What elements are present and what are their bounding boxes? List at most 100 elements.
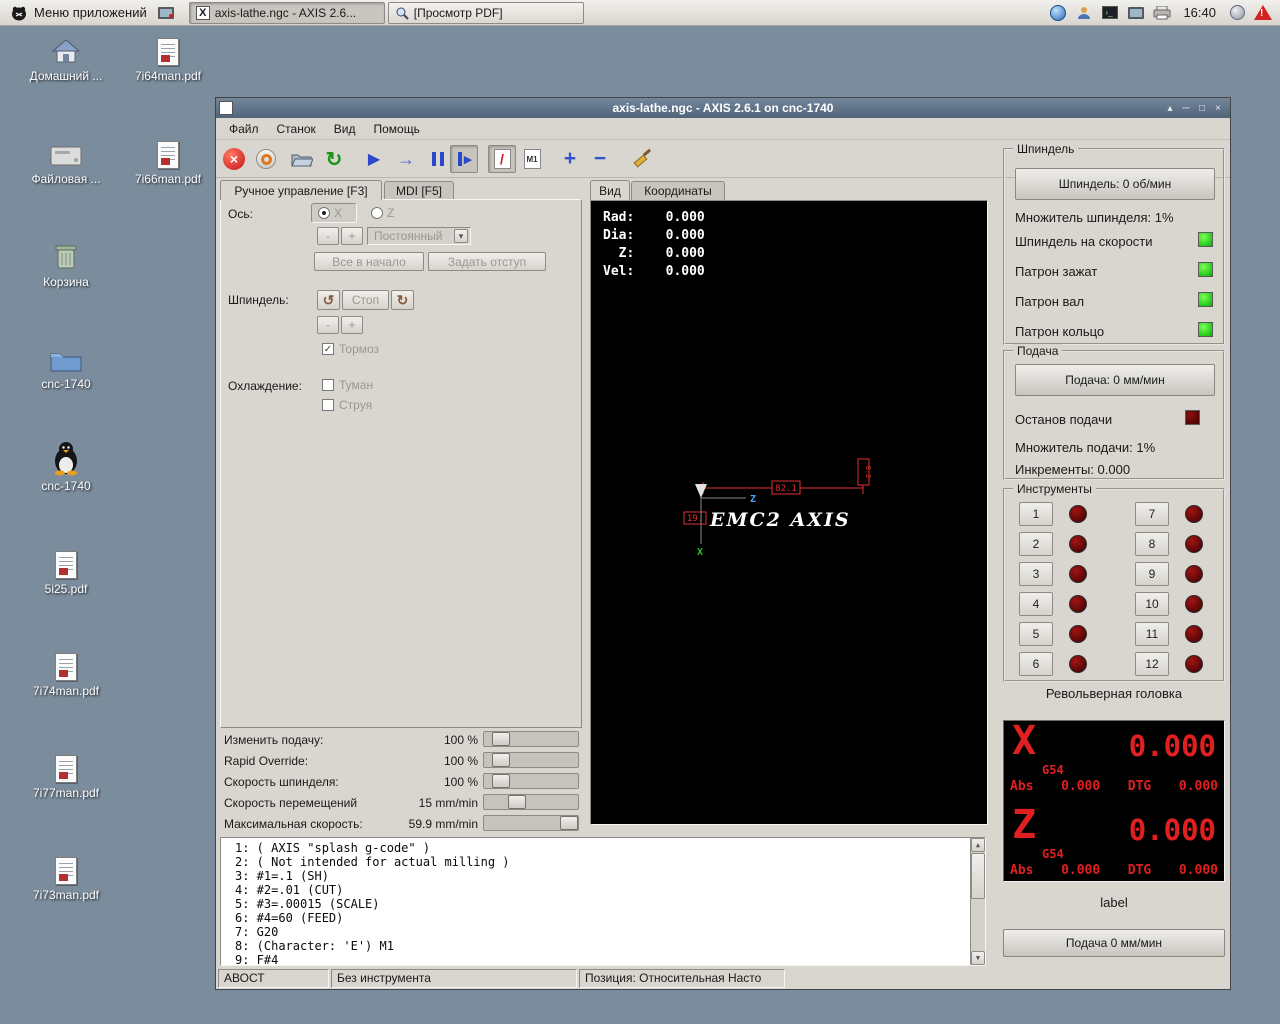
- display-settings-icon[interactable]: [1127, 4, 1145, 22]
- tool-button-2[interactable]: 2: [1019, 532, 1053, 556]
- desktop-icon-cnc1740-app[interactable]: cnc-1740: [18, 440, 114, 493]
- feed-override-label: Изменить подачу:: [224, 733, 323, 747]
- slider-handle[interactable]: [560, 816, 578, 830]
- menu-file[interactable]: Файл: [220, 119, 268, 139]
- hard-drive-icon: [18, 133, 114, 169]
- tab-mdi[interactable]: MDI [F5]: [384, 181, 454, 200]
- tool-button-6[interactable]: 6: [1019, 652, 1053, 676]
- max-velocity-label: Максимальная скорость:: [224, 817, 363, 831]
- brake-checkbox[interactable]: ✓ Тормоз: [322, 342, 379, 356]
- tool-button-5[interactable]: 5: [1019, 622, 1053, 646]
- notification-orb-icon[interactable]: [1228, 4, 1246, 22]
- tool-button-8[interactable]: 8: [1135, 532, 1169, 556]
- pause-button[interactable]: [424, 145, 452, 173]
- applications-menu-button[interactable]: Меню приложений: [0, 1, 157, 25]
- tool-button-3[interactable]: 3: [1019, 562, 1053, 586]
- launcher-icon[interactable]: [157, 4, 175, 22]
- gcode-scrollbar[interactable]: ▲ ▼: [970, 838, 985, 965]
- menu-help[interactable]: Помощь: [365, 119, 429, 139]
- user-switch-icon[interactable]: [1075, 4, 1093, 22]
- tool-button-7[interactable]: 7: [1135, 502, 1169, 526]
- tool-button-12[interactable]: 12: [1135, 652, 1169, 676]
- menu-view[interactable]: Вид: [325, 119, 365, 139]
- taskbar-window-axis[interactable]: X axis-lathe.ngc - AXIS 2.6...: [189, 2, 385, 24]
- slider-handle[interactable]: [492, 774, 510, 788]
- tab-dro[interactable]: Координаты: [631, 181, 725, 200]
- desktop-icon-home[interactable]: Домашний ...: [18, 30, 114, 83]
- minimize-button[interactable]: ─: [1178, 101, 1194, 115]
- printer-icon[interactable]: [1153, 4, 1171, 22]
- gcode-listing[interactable]: 1: ( AXIS "splash g-code" ) 2: ( Not int…: [220, 837, 986, 966]
- jog-plus-button[interactable]: +: [341, 227, 363, 245]
- clock[interactable]: 16:40: [1183, 5, 1216, 20]
- estop-button[interactable]: ×: [220, 145, 248, 173]
- tool-button-10[interactable]: 10: [1135, 592, 1169, 616]
- open-file-button[interactable]: [288, 145, 316, 173]
- touch-off-button[interactable]: Задать отступ: [428, 252, 546, 271]
- tool-button-9[interactable]: 9: [1135, 562, 1169, 586]
- warning-icon[interactable]: !: [1254, 4, 1272, 22]
- rapid-override-slider[interactable]: [483, 752, 579, 768]
- spindle-stop-button[interactable]: Стоп: [342, 290, 389, 310]
- feed-group: Подача Подача: 0 мм/мин Останов подачи М…: [1003, 350, 1225, 480]
- reload-button[interactable]: ↻: [320, 145, 348, 173]
- window-titlebar[interactable]: X axis-lathe.ngc - AXIS 2.6.1 on cnc-174…: [216, 98, 1230, 118]
- zoom-out-button[interactable]: −: [586, 145, 614, 173]
- run-button[interactable]: ▶: [360, 145, 388, 173]
- close-button[interactable]: ×: [1210, 101, 1226, 115]
- maximize-button[interactable]: □: [1194, 101, 1210, 115]
- flood-checkbox[interactable]: Струя: [322, 398, 372, 412]
- spindle-reverse-button[interactable]: ↺: [317, 290, 340, 310]
- jog-speed-slider[interactable]: [483, 794, 579, 810]
- step-button[interactable]: ▶: [450, 145, 478, 173]
- radio-z-icon: [371, 207, 383, 219]
- mist-checkbox[interactable]: Туман: [322, 378, 373, 392]
- desktop-icon-filesystem[interactable]: Файловая ...: [18, 133, 114, 186]
- scroll-up-button[interactable]: ▲: [971, 838, 985, 852]
- feed-override-slider[interactable]: [483, 731, 579, 747]
- network-icon[interactable]: [1049, 4, 1067, 22]
- desktop-icon-trash[interactable]: Корзина: [18, 236, 114, 289]
- home-all-button[interactable]: Все в начало: [314, 252, 424, 271]
- spindle-override-slider[interactable]: [483, 773, 579, 789]
- spindle-slower-button[interactable]: -: [317, 316, 339, 334]
- spindle-faster-button[interactable]: +: [341, 316, 363, 334]
- desktop-icon-7i77man[interactable]: 7i77man.pdf: [18, 747, 114, 800]
- tab-manual-control[interactable]: Ручное управление [F3]: [220, 180, 382, 200]
- tool-button-1[interactable]: 1: [1019, 502, 1053, 526]
- skip-lines-toggle[interactable]: /: [488, 145, 516, 173]
- tool-button-11[interactable]: 11: [1135, 622, 1169, 646]
- dro-x-abs-label: Abs: [1010, 779, 1033, 794]
- desktop-icon-7i74man[interactable]: 7i74man.pdf: [18, 645, 114, 698]
- axis-z-radio[interactable]: Z: [371, 206, 394, 220]
- clear-plot-button[interactable]: [628, 145, 656, 173]
- slider-handle[interactable]: [492, 732, 510, 746]
- desktop-icon-7i66man[interactable]: 7i66man.pdf: [120, 133, 216, 186]
- desktop-icon-5i25[interactable]: 5i25.pdf: [18, 543, 114, 596]
- desktop-icon-7i73man[interactable]: 7i73man.pdf: [18, 849, 114, 902]
- max-velocity-slider[interactable]: [483, 815, 579, 831]
- preview-canvas[interactable]: Rad: 0.000 Dia: 0.000 Z: 0.000 Vel: 0.00…: [590, 200, 988, 825]
- turret-label: Револьверная головка: [1003, 686, 1225, 701]
- run-from-line-button[interactable]: →: [392, 145, 420, 173]
- zoom-in-button[interactable]: +: [556, 145, 584, 173]
- tab-preview-label: Вид: [599, 184, 621, 198]
- slider-handle[interactable]: [508, 795, 526, 809]
- jog-minus-button[interactable]: -: [317, 227, 339, 245]
- optional-pause-toggle[interactable]: M1: [518, 145, 546, 173]
- menu-machine[interactable]: Станок: [268, 119, 325, 139]
- tool-button-4[interactable]: 4: [1019, 592, 1053, 616]
- jog-mode-dropdown[interactable]: Постоянный ▾: [367, 227, 471, 245]
- spindle-forward-button[interactable]: ↻: [391, 290, 414, 310]
- desktop-icon-7i64man[interactable]: 7i64man.pdf: [120, 30, 216, 83]
- machine-power-button[interactable]: [252, 145, 280, 173]
- scroll-down-button[interactable]: ▼: [971, 951, 985, 965]
- terminal-icon[interactable]: ›_: [1101, 4, 1119, 22]
- taskbar-window-pdf[interactable]: [Просмотр PDF]: [388, 2, 584, 24]
- slider-handle[interactable]: [492, 753, 510, 767]
- shade-button[interactable]: ▴: [1162, 101, 1178, 115]
- axis-x-radio[interactable]: X: [311, 203, 357, 223]
- tab-preview[interactable]: Вид: [590, 180, 630, 200]
- desktop-icon-cnc1740-folder[interactable]: cnc-1740: [18, 338, 114, 391]
- scrollbar-thumb[interactable]: [971, 853, 985, 899]
